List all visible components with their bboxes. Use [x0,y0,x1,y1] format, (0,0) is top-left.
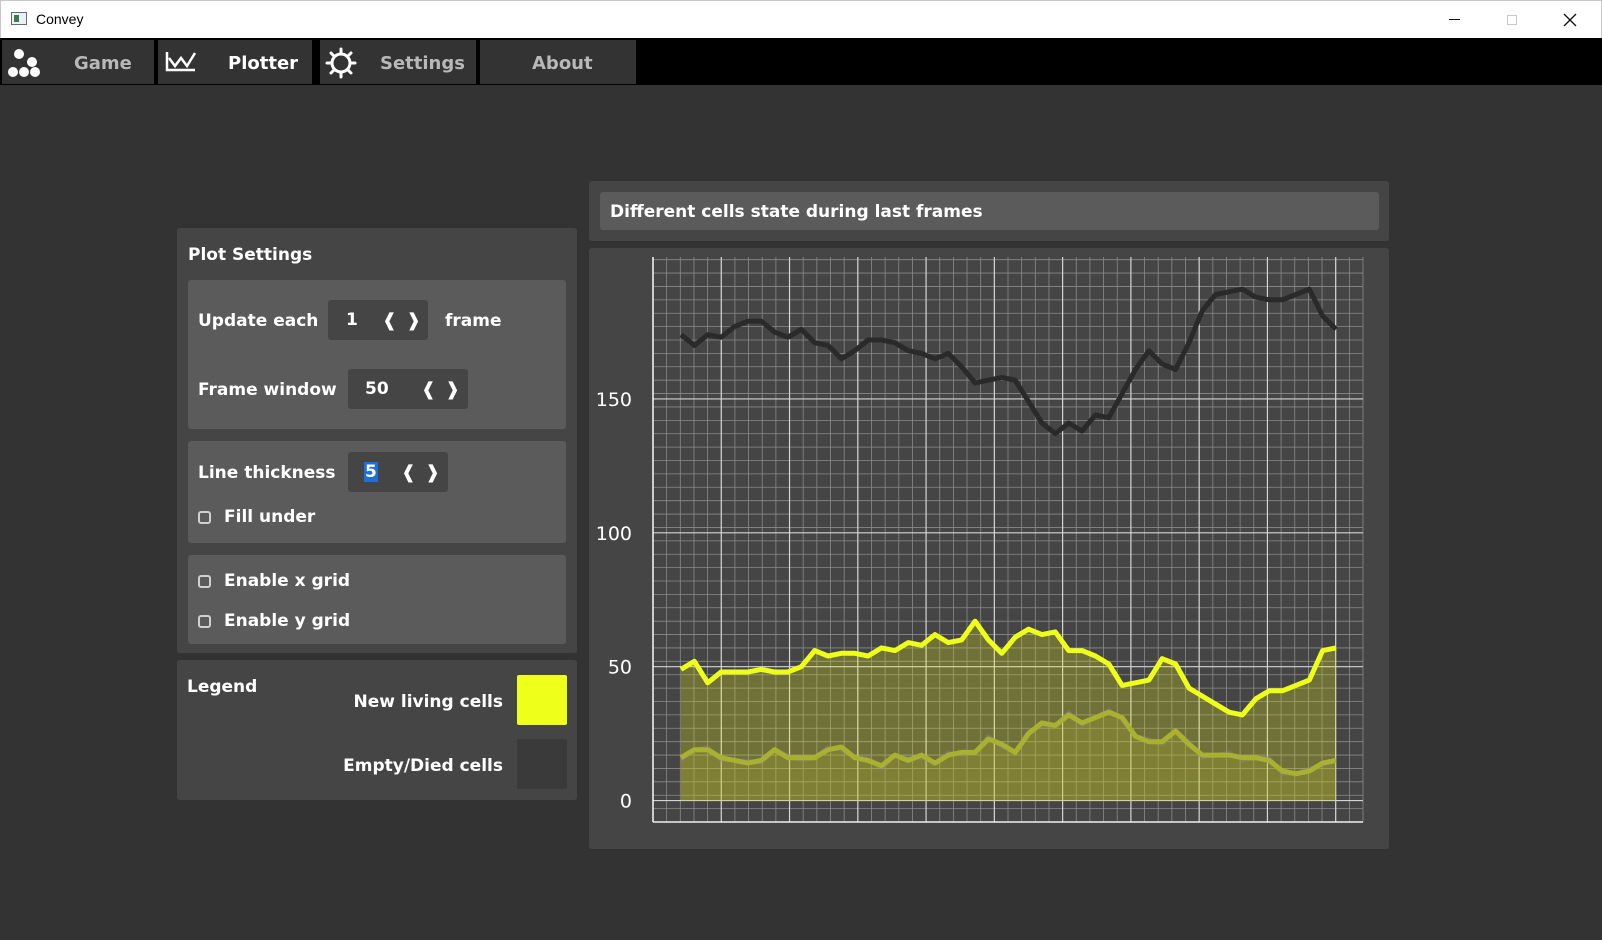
line-thickness-value[interactable]: 5 [364,462,378,482]
fill-under-checkbox[interactable] [198,511,211,524]
legend-label-empty-died: Empty/Died cells [343,756,503,776]
frame-window-spinbox[interactable]: 50 ❰ ❱ [348,369,468,409]
y-tick-label: 100 [596,523,632,545]
legend-panel: Legend New living cells Empty/Died cells [177,660,577,800]
minimize-icon [1448,19,1460,20]
chart-plot[interactable]: 0 50 100 150 [589,248,1389,849]
legend-label-new-living: New living cells [353,692,503,712]
chart-panel: 0 50 100 150 [589,248,1389,849]
gear-icon [325,47,357,79]
fill-under-label: Fill under [224,507,316,527]
tab-plotter-label: Plotter [228,53,299,74]
tab-game-label: Game [74,53,132,74]
update-each-value: 1 [346,310,358,330]
y-tick-label: 0 [620,791,632,813]
decrement-icon[interactable]: ❰ [401,462,416,483]
legend-swatch-new-living[interactable] [517,675,567,725]
tab-about-label: About [532,53,593,74]
increment-icon[interactable]: ❱ [425,462,440,483]
chart-title-panel: Different cells state during last frames [589,181,1389,241]
plot-settings-title: Plot Settings [188,245,313,265]
frame-window-label: Frame window [198,380,337,400]
y-grid-label: Enable y grid [224,611,351,631]
close-icon [1563,13,1577,26]
increment-icon[interactable]: ❱ [445,379,460,400]
chart-icon [165,52,197,72]
legend-swatch-empty-died[interactable] [517,739,567,789]
x-grid-label: Enable x grid [224,571,351,591]
tab-settings-label: Settings [380,53,465,74]
close-button[interactable] [1541,1,1599,38]
cells-icon [8,49,40,77]
increment-icon[interactable]: ❱ [406,310,421,331]
chart-title: Different cells state during last frames [610,202,983,222]
app-icon [11,12,27,25]
maximize-icon [1507,14,1517,25]
plot-settings-panel: Plot Settings Update each 1 ❰ ❱ frame Fr… [177,228,577,653]
chart-title-box: Different cells state during last frames [600,192,1379,230]
minimize-button[interactable] [1425,1,1483,38]
legend-title: Legend [187,677,258,697]
y-tick-label: 150 [596,389,632,411]
grid-settings-group: Enable x grid Enable y grid [188,555,566,644]
tab-settings[interactable]: Settings [320,40,476,84]
frame-settings-group: Update each 1 ❰ ❱ frame Frame window 50 … [188,280,566,429]
tab-bar: Game Plotter Settings About [0,38,1602,85]
line-settings-group: Line thickness 5 ❰ ❱ Fill under [188,441,566,543]
update-each-spinbox[interactable]: 1 ❰ ❱ [328,300,428,340]
decrement-icon[interactable]: ❰ [382,310,397,331]
tab-plotter[interactable]: Plotter [158,40,312,84]
line-thickness-label: Line thickness [198,463,336,483]
x-grid-checkbox[interactable] [198,575,211,588]
decrement-icon[interactable]: ❰ [421,379,436,400]
tab-about[interactable]: About [480,40,636,84]
maximize-button[interactable] [1483,1,1541,38]
line-thickness-spinbox[interactable]: 5 ❰ ❱ [348,452,448,492]
y-grid-checkbox[interactable] [198,615,211,628]
tab-game[interactable]: Game [2,40,154,84]
frame-window-value: 50 [365,379,389,399]
window-title: Convey [36,11,84,27]
update-each-suffix: frame [445,311,502,331]
window-titlebar: Convey [0,0,1602,38]
y-tick-label: 50 [608,657,632,679]
update-each-label: Update each [198,311,319,331]
